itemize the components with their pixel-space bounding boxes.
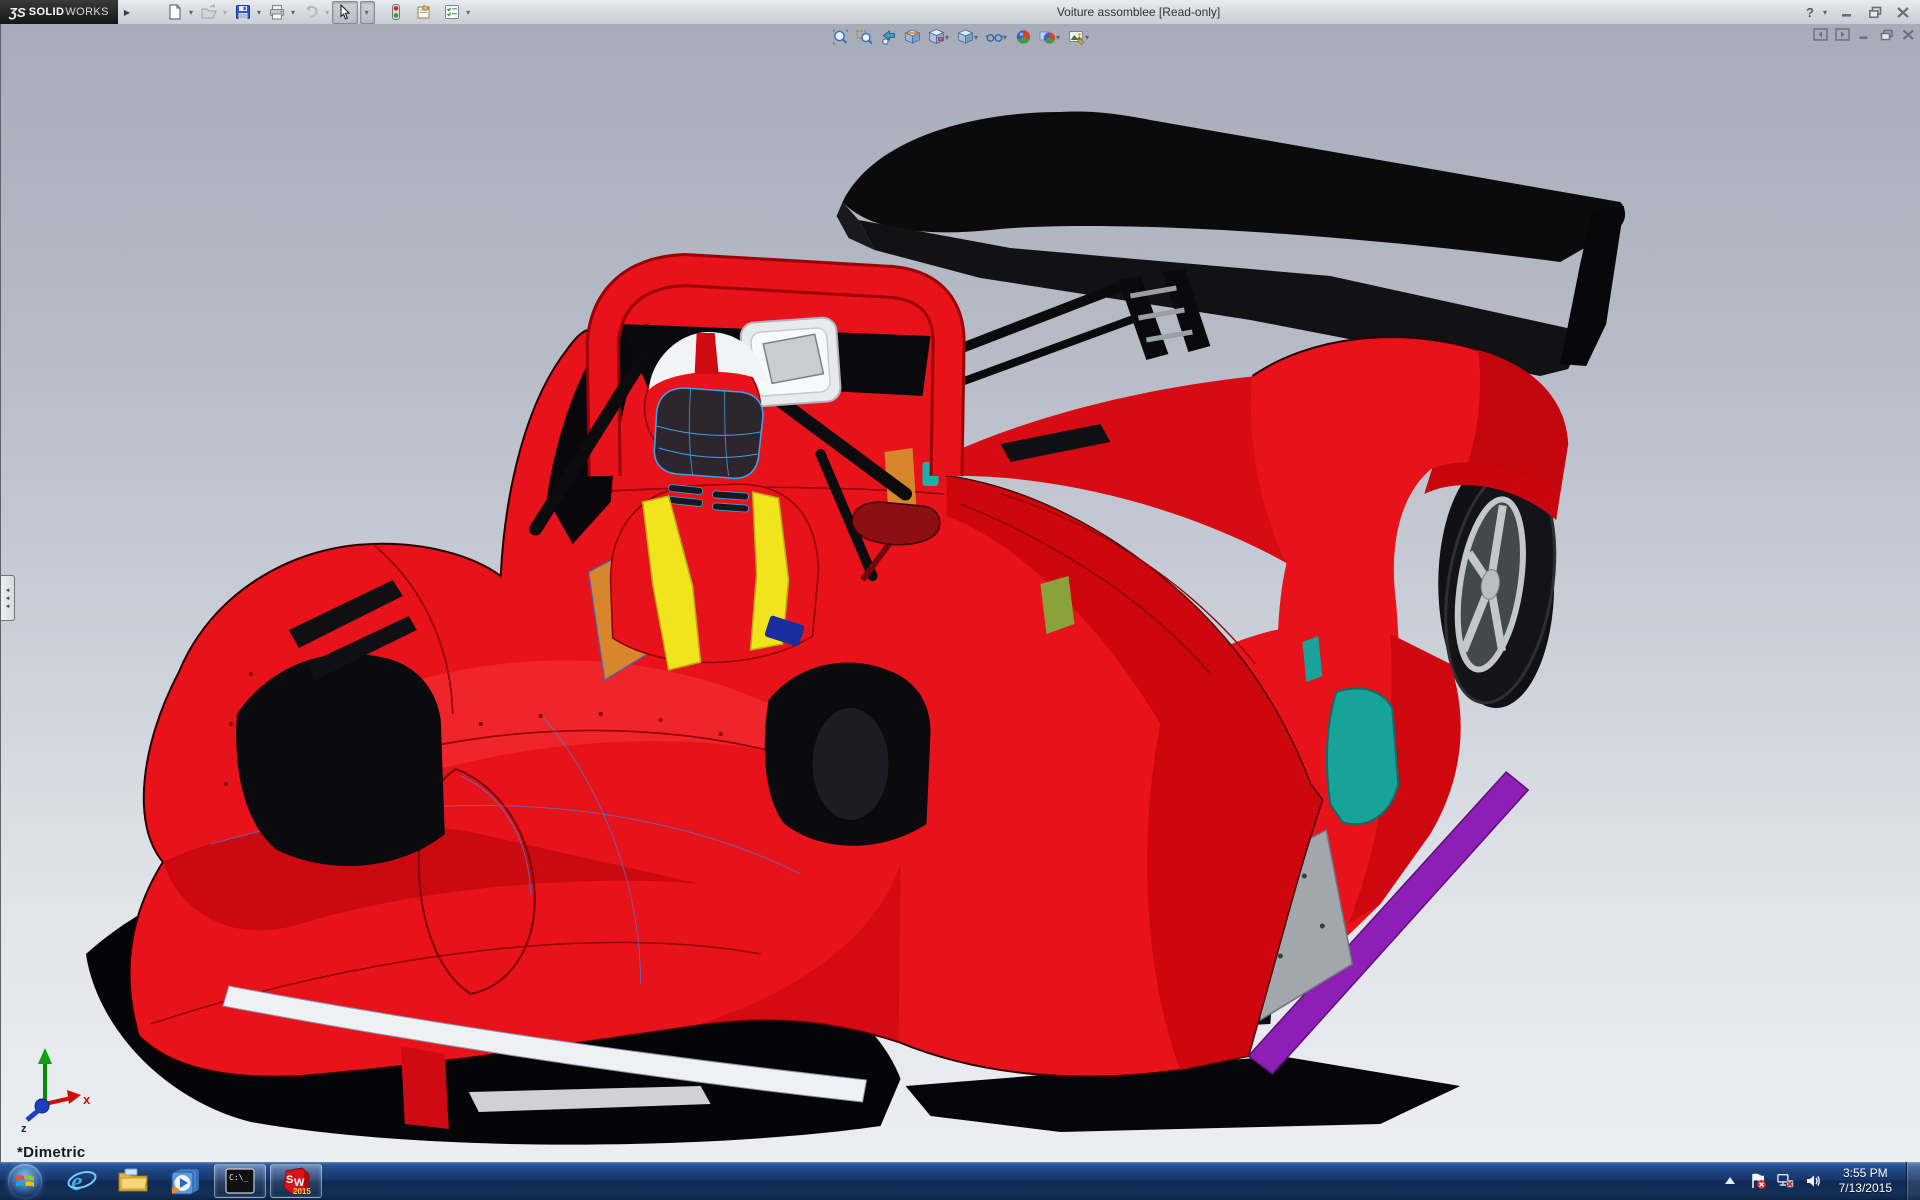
media-player-icon (171, 1169, 199, 1195)
start-button[interactable] (8, 1164, 42, 1198)
show-hidden-icons-button[interactable] (1721, 1172, 1739, 1190)
standard-toolbar: ▾ ▾ ▾ ▾ ▾ ▾ ▾ (162, 0, 471, 24)
new-document-button[interactable] (162, 1, 188, 24)
taskbar-clock[interactable]: 3:55 PM 7/13/2015 (1839, 1166, 1892, 1196)
triad-x-label: x (83, 1092, 91, 1107)
taskbar-internet-explorer[interactable]: e (56, 1163, 108, 1199)
rebuild-button[interactable] (383, 1, 409, 24)
window-title: Voiture assomblee [Read-only] (1056, 5, 1221, 19)
print-icon (270, 5, 285, 20)
undo-button[interactable] (298, 1, 324, 24)
help-dropdown[interactable]: ▾ (1823, 8, 1827, 17)
save-dropdown[interactable]: ▾ (257, 8, 261, 17)
side-window-teal (1325, 687, 1400, 826)
solidworks-window: ƷS SOLID WORKS ▶ ▾ ▾ ▾ ▾ ▾ ▾ ▾ Voiture a… (0, 0, 1920, 1200)
helmet-visor (654, 388, 763, 479)
new-document-icon (169, 4, 181, 20)
minimize-button[interactable] (1838, 3, 1856, 21)
taskbar-solidworks[interactable]: S W 2015 (270, 1164, 322, 1198)
title-bar: ƷS SOLID WORKS ▶ ▾ ▾ ▾ ▾ ▾ ▾ ▾ Voiture a… (0, 0, 1920, 25)
solidworks-logo-light: WORKS (65, 6, 109, 18)
solidworks-2015-icon: S W 2015 (283, 1167, 311, 1196)
undo-icon (306, 5, 318, 18)
solidworks-logo: ƷS SOLID WORKS (0, 0, 118, 24)
open-document-button[interactable] (196, 1, 222, 24)
options-dropdown[interactable]: ▾ (466, 8, 470, 17)
taskbar-media-player[interactable] (160, 1163, 212, 1199)
graphics-area[interactable]: ▾ ▾ ▾ ▾ ▾ ◂ ◂ ◂ x z *Dimetric (0, 24, 1920, 1162)
print-dropdown[interactable]: ▾ (291, 8, 295, 17)
clock-time: 3:55 PM (1842, 1166, 1888, 1180)
svg-text:C:\_: C:\_ (229, 1173, 248, 1182)
window-controls: ? ▾ (1806, 3, 1912, 21)
model-race-car[interactable] (1, 24, 1920, 1162)
svg-text:2015: 2015 (293, 1187, 311, 1196)
taskbar-command-prompt[interactable]: C:\_ (214, 1164, 266, 1198)
taskbar-windows-explorer[interactable] (108, 1163, 160, 1199)
print-button[interactable] (264, 1, 290, 24)
options-button[interactable] (439, 1, 465, 24)
open-document-icon (201, 3, 217, 19)
action-center-flag-icon[interactable] (1749, 1172, 1767, 1190)
menu-flyout-arrow[interactable]: ▶ (120, 3, 134, 21)
rebuild-traffic-light-icon (392, 4, 401, 20)
select-cursor-icon (340, 3, 351, 20)
file-properties-button[interactable] (411, 1, 437, 24)
save-button[interactable] (230, 1, 256, 24)
folder-icon (118, 1168, 148, 1192)
triad-x-axis (67, 1090, 81, 1104)
view-orientation-label: *Dimetric (17, 1144, 86, 1161)
solidworks-logo-mark: ƷS (9, 4, 26, 20)
triad-z-label: z (21, 1123, 27, 1135)
restore-button[interactable] (1866, 3, 1884, 21)
show-desktop-button[interactable] (1906, 1162, 1920, 1200)
close-button[interactable] (1894, 3, 1912, 21)
solidworks-logo-bold: SOLID (28, 6, 65, 18)
windows-taskbar: e C:\_ S W 2015 3:55 PM 7/13/2015 (0, 1162, 1920, 1200)
cockpit-right-panel-green (1040, 576, 1075, 634)
select-tool-button[interactable] (332, 0, 359, 24)
file-properties-icon (417, 4, 430, 19)
new-dropdown[interactable]: ▾ (189, 8, 193, 17)
open-dropdown[interactable]: ▾ (223, 8, 227, 17)
svg-text:S: S (286, 1174, 293, 1186)
windows-flag-icon (16, 1175, 34, 1187)
internet-explorer-icon: e (67, 1167, 97, 1196)
reference-triad: x z (21, 1048, 91, 1135)
options-checklist-icon (445, 5, 460, 19)
command-prompt-icon: C:\_ (225, 1168, 255, 1194)
triad-y-axis (38, 1048, 52, 1064)
system-tray: 3:55 PM 7/13/2015 (1721, 1162, 1920, 1200)
network-error-icon[interactable] (1776, 1172, 1795, 1190)
clock-date: 7/13/2015 (1838, 1181, 1892, 1195)
svg-text:e: e (71, 1167, 83, 1196)
select-dropdown[interactable]: ▾ (360, 0, 376, 24)
save-icon (236, 5, 251, 19)
help-button[interactable]: ? (1806, 5, 1814, 20)
splitter-fin (400, 1046, 449, 1129)
undo-dropdown[interactable]: ▾ (325, 8, 329, 17)
volume-icon[interactable] (1805, 1172, 1823, 1190)
